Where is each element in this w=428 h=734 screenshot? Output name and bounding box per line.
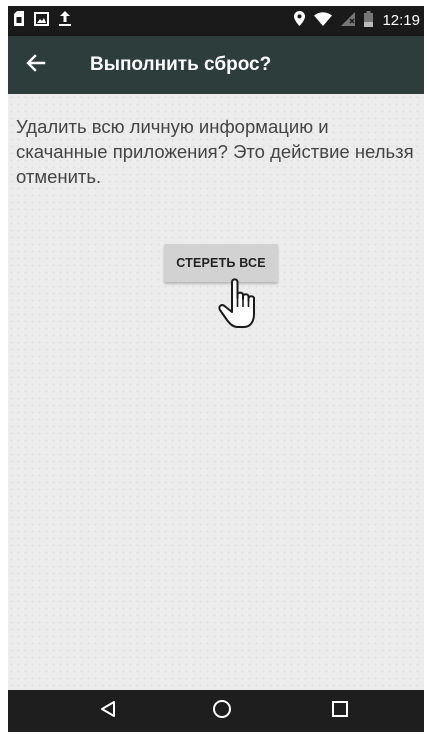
recents-square-icon xyxy=(331,700,349,723)
no-signal-icon xyxy=(341,11,356,31)
hand-pointer-icon xyxy=(216,274,264,334)
arrow-back-icon xyxy=(26,53,46,78)
app-bar: Выполнить сброс? xyxy=(8,36,424,94)
location-icon xyxy=(294,11,306,31)
back-button[interactable] xyxy=(18,47,54,83)
back-triangle-icon xyxy=(99,700,117,723)
nav-recents-button[interactable] xyxy=(318,693,362,729)
page-title: Выполнить сброс? xyxy=(90,54,272,75)
battery-icon xyxy=(364,10,374,32)
image-notification-icon xyxy=(34,11,49,31)
status-bar-notifications xyxy=(14,11,71,31)
wifi-icon xyxy=(314,11,333,31)
reset-warning-message: Удалить всю личную информацию и скачанны… xyxy=(16,116,414,187)
nav-back-button[interactable] xyxy=(86,693,130,729)
phone-screen: 12:19 Выполнить сброс? Удалить всю личну… xyxy=(8,6,424,732)
navigation-bar xyxy=(8,690,424,732)
nav-home-button[interactable] xyxy=(200,693,244,729)
main-content: Удалить всю личную информацию и скачанны… xyxy=(8,94,424,690)
home-circle-icon xyxy=(212,699,232,724)
status-time: 12:19 xyxy=(382,12,420,29)
status-bar-system-icons: 12:19 xyxy=(294,10,420,32)
upload-icon xyxy=(59,11,71,31)
sim-card-icon xyxy=(14,11,24,31)
status-bar: 12:19 xyxy=(8,6,424,36)
